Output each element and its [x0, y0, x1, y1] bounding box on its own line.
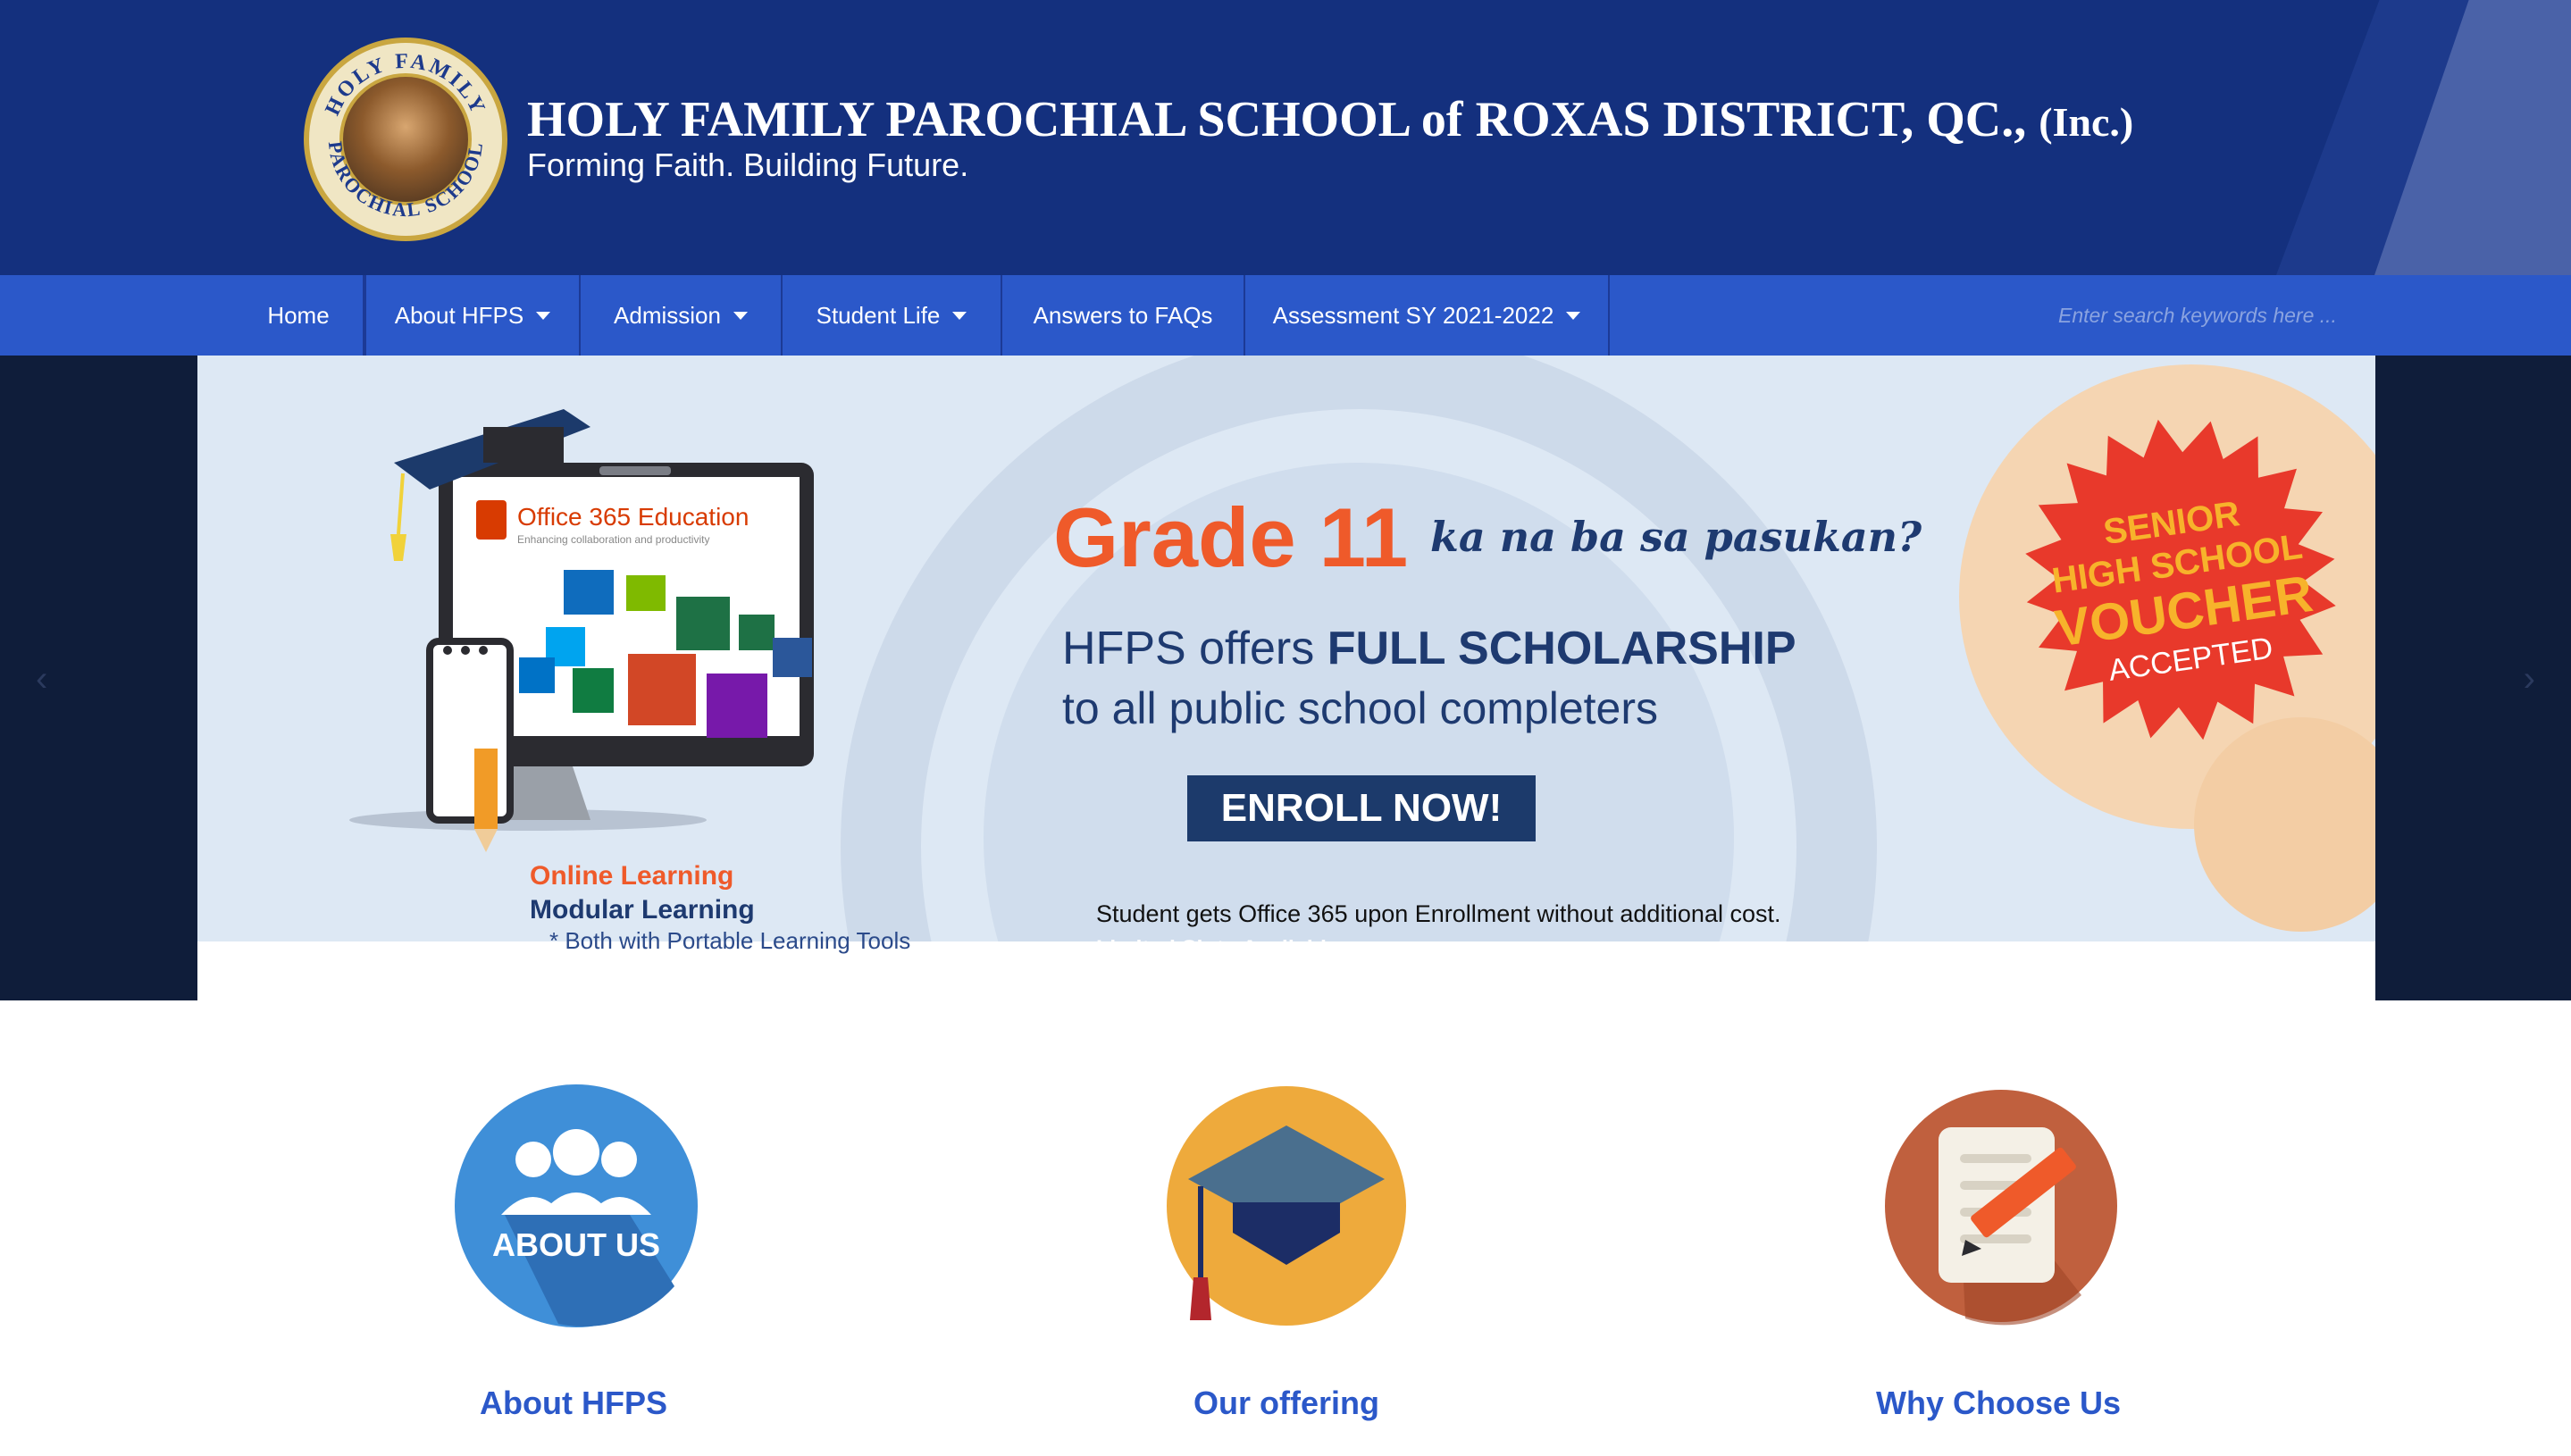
chevron-down-icon	[733, 311, 748, 320]
offer-line-2: to all public school completers	[1062, 683, 1658, 733]
promo-slide[interactable]: Office 365 Education Enhancing collabora…	[197, 356, 2375, 1000]
nav-assessment-label: Assessment SY 2021-2022	[1272, 301, 1554, 329]
chevron-down-icon	[1566, 311, 1581, 320]
office365-note: Student gets Office 365 upon Enrollment …	[1096, 900, 1781, 927]
feature-why[interactable]	[1876, 1081, 2126, 1331]
office-title-text: Office 365 Education	[517, 503, 749, 531]
scholarship-offer: HFPS offers FULL SCHOLARSHIP	[1062, 622, 1796, 675]
feature-offering-title[interactable]: Our offering	[1018, 1385, 1554, 1422]
offer-bold: FULL SCHOLARSHIP	[1327, 623, 1796, 674]
nav-faqs-label: Answers to FAQs	[1033, 301, 1213, 329]
online-learning-label: Online Learning	[530, 861, 734, 891]
nav-home[interactable]: Home	[234, 275, 364, 356]
nav-about-hfps[interactable]: About HFPS	[364, 275, 581, 356]
grade-headline: Grade 11	[1053, 490, 1409, 584]
graduation-cap-icon	[1167, 1086, 1406, 1326]
nav-student-life[interactable]: Student Life	[783, 275, 1002, 356]
nav-assessment[interactable]: Assessment SY 2021-2022	[1245, 275, 1610, 356]
office365-computer-illustration: Office 365 Education Enhancing collabora…	[349, 409, 814, 852]
nav-admission[interactable]: Admission	[581, 275, 783, 356]
school-name-main: HOLY FAMILY PAROCHIAL SCHOOL of ROXAS DI…	[527, 92, 2027, 147]
svg-text:PAROCHIAL SCHOOL: PAROCHIAL SCHOOL	[324, 139, 487, 221]
nav-home-label: Home	[267, 301, 330, 329]
slider-prev-icon[interactable]: ‹	[36, 659, 47, 699]
voucher-badge-icon: SENIOR HIGH SCHOOL VOUCHER ACCEPTED	[2025, 419, 2336, 741]
school-name-suffix: (Inc.)	[2039, 99, 2134, 145]
document-pencil-icon	[1885, 1090, 2117, 1326]
school-name: HOLY FAMILY PAROCHIAL SCHOOL of ROXAS DI…	[527, 91, 2133, 148]
feature-about[interactable]: ABOUT US	[451, 1081, 701, 1331]
about-us-icon: ABOUT US	[455, 1084, 698, 1327]
nav-faqs[interactable]: Answers to FAQs	[1002, 275, 1245, 356]
site-header: HOLY FAMILY PAROCHIAL SCHOOL HOLY FAMILY…	[0, 0, 2571, 275]
school-logo[interactable]: HOLY FAMILY PAROCHIAL SCHOOL	[304, 38, 507, 241]
chevron-down-icon	[536, 311, 551, 320]
logo-text-bottom: PAROCHIAL SCHOOL	[324, 139, 485, 221]
office-subtitle-text: Enhancing collaboration and productivity	[517, 533, 709, 546]
nav-student-life-label: Student Life	[816, 301, 941, 329]
feature-why-title[interactable]: Why Choose Us	[1730, 1385, 2266, 1422]
feature-offering[interactable]	[1161, 1081, 1411, 1331]
slider-next-icon[interactable]: ›	[2524, 659, 2535, 699]
offer-prefix: HFPS offers	[1062, 623, 1315, 674]
grade-script-text: ka na ba sa pasukan?	[1430, 513, 1922, 561]
logo-ring-text: HOLY FAMILY PAROCHIAL SCHOOL	[321, 50, 490, 222]
search-input[interactable]	[2037, 275, 2364, 356]
modular-learning-label: Modular Learning	[530, 895, 755, 925]
feature-about-title[interactable]: About HFPS	[306, 1385, 842, 1422]
learning-tools-note: * Both with Portable Learning Tools	[549, 927, 911, 954]
chevron-down-icon	[952, 311, 967, 320]
limited-slots-note: Limited Slots Available.	[1096, 936, 1345, 961]
logo-text-top: HOLY FAMILY	[321, 50, 487, 120]
nav-admission-label: Admission	[614, 301, 721, 329]
about-us-icon-text: ABOUT US	[492, 1226, 660, 1263]
nav-about-label: About HFPS	[394, 301, 524, 329]
main-nav: Home About HFPS Admission Student Life A…	[0, 275, 2571, 356]
enroll-now-button[interactable]: ENROLL NOW!	[1187, 775, 1536, 841]
school-tagline: Forming Faith. Building Future.	[527, 146, 969, 183]
hero-slider: ‹ › Office 365 Education Enhancing colla…	[0, 356, 2571, 1000]
svg-text:HOLY FAMILY: HOLY FAMILY	[321, 50, 490, 120]
